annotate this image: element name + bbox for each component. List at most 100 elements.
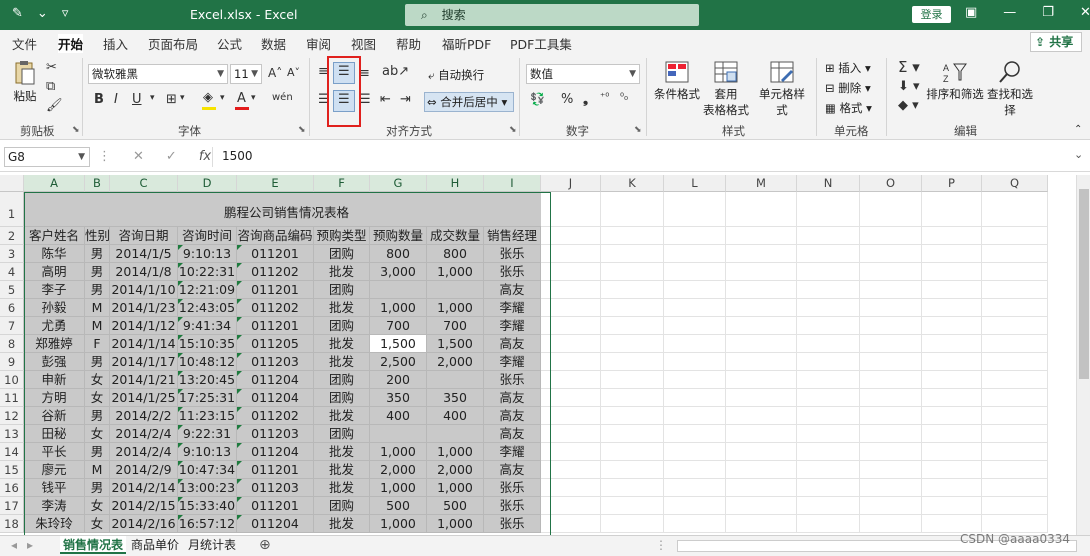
data-cell[interactable]: 011204 bbox=[237, 371, 314, 389]
column-header-k[interactable]: K bbox=[601, 175, 664, 192]
cell[interactable] bbox=[541, 461, 601, 479]
increase-font-icon[interactable]: A˄ bbox=[268, 66, 282, 80]
data-cell[interactable]: 团购 bbox=[314, 245, 370, 263]
tab-help[interactable]: 帮助 bbox=[396, 34, 421, 53]
format-cells-button[interactable]: ▦ 格式 ▾ bbox=[825, 100, 872, 116]
cell[interactable] bbox=[922, 317, 982, 335]
cell[interactable] bbox=[726, 389, 797, 407]
data-cell[interactable]: 高友 bbox=[484, 281, 541, 299]
cell[interactable] bbox=[541, 335, 601, 353]
cut-icon[interactable]: ✂ bbox=[46, 60, 57, 75]
data-cell[interactable]: 女 bbox=[85, 389, 110, 407]
chevron-down-icon[interactable]: ▾ bbox=[220, 93, 225, 103]
data-cell[interactable]: 李耀 bbox=[484, 353, 541, 371]
number-format-select[interactable]: 数值 ▼ bbox=[526, 64, 640, 84]
cell[interactable] bbox=[860, 479, 922, 497]
cell[interactable] bbox=[664, 335, 726, 353]
percent-icon[interactable]: % bbox=[561, 92, 573, 107]
row-header[interactable]: 1 bbox=[0, 192, 24, 227]
data-cell[interactable]: 800 bbox=[427, 245, 484, 263]
collapse-ribbon-icon[interactable]: ⌃ bbox=[1074, 124, 1082, 135]
cell[interactable] bbox=[797, 192, 860, 227]
data-cell[interactable]: 10:47:34 bbox=[178, 461, 237, 479]
data-cell[interactable]: 500 bbox=[427, 497, 484, 515]
data-cell[interactable]: 12:21:09 bbox=[178, 281, 237, 299]
data-cell[interactable]: 2,500 bbox=[370, 353, 427, 371]
cell[interactable] bbox=[860, 245, 922, 263]
data-cell[interactable]: 2,000 bbox=[427, 461, 484, 479]
data-cell[interactable]: 张乐 bbox=[484, 371, 541, 389]
data-cell[interactable]: 团购 bbox=[314, 317, 370, 335]
data-cell[interactable]: 10:48:12 bbox=[178, 353, 237, 371]
cell[interactable] bbox=[797, 299, 860, 317]
cell[interactable] bbox=[982, 461, 1048, 479]
font-color-icon[interactable]: A bbox=[237, 91, 246, 106]
enter-icon[interactable]: ✓ bbox=[166, 149, 177, 164]
share-button[interactable]: ⇪ 共享 bbox=[1030, 32, 1082, 52]
data-cell[interactable]: 团购 bbox=[314, 497, 370, 515]
formula-input[interactable]: 1500 bbox=[212, 147, 1072, 167]
data-cell[interactable]: 李耀 bbox=[484, 299, 541, 317]
cell[interactable] bbox=[860, 389, 922, 407]
quick-access-icon[interactable]: ▿ bbox=[62, 6, 69, 21]
column-header-n[interactable]: N bbox=[797, 175, 860, 192]
data-cell[interactable]: 2014/1/17 bbox=[110, 353, 178, 371]
sheet-title-cell[interactable]: 鹏程公司销售情况表格 bbox=[24, 192, 550, 227]
fill-color-icon[interactable]: ◈ bbox=[203, 90, 213, 105]
cell[interactable] bbox=[726, 192, 797, 227]
cell[interactable] bbox=[797, 389, 860, 407]
row-header[interactable]: 9 bbox=[0, 353, 24, 371]
data-cell[interactable]: 2014/1/23 bbox=[110, 299, 178, 317]
cell[interactable] bbox=[860, 497, 922, 515]
cell[interactable] bbox=[664, 281, 726, 299]
data-cell[interactable]: 2014/1/25 bbox=[110, 389, 178, 407]
cell[interactable] bbox=[541, 389, 601, 407]
data-cell[interactable] bbox=[427, 371, 484, 389]
data-cell[interactable]: M bbox=[85, 317, 110, 335]
cell[interactable] bbox=[726, 227, 797, 245]
cell[interactable] bbox=[922, 443, 982, 461]
row-header[interactable]: 7 bbox=[0, 317, 24, 335]
dialog-launcher-icon[interactable]: ⬊ bbox=[298, 125, 306, 135]
column-header-f[interactable]: F bbox=[314, 175, 370, 192]
cell[interactable] bbox=[601, 281, 664, 299]
cell[interactable] bbox=[982, 192, 1048, 227]
insert-function-icon[interactable]: fx bbox=[199, 149, 211, 164]
cell[interactable] bbox=[601, 192, 664, 227]
data-cell[interactable]: 400 bbox=[370, 407, 427, 425]
cell[interactable] bbox=[860, 299, 922, 317]
cell[interactable] bbox=[922, 335, 982, 353]
cell[interactable] bbox=[922, 299, 982, 317]
chevron-down-icon[interactable]: ▾ bbox=[251, 93, 256, 103]
cell[interactable] bbox=[982, 407, 1048, 425]
cell[interactable] bbox=[541, 353, 601, 371]
spreadsheet-grid[interactable]: A B C D E F G H I J K L M N O P Q 1 2 3 4 5 6 7 8 9 10 11 12 13 14 15 16… bbox=[0, 175, 1076, 535]
data-cell[interactable]: 011205 bbox=[237, 335, 314, 353]
data-cell[interactable]: 李子 bbox=[24, 281, 85, 299]
cell[interactable] bbox=[726, 461, 797, 479]
scrollbar-thumb[interactable] bbox=[1079, 189, 1089, 379]
tab-view[interactable]: 视图 bbox=[351, 34, 376, 53]
cell[interactable] bbox=[541, 227, 601, 245]
data-cell[interactable]: 男 bbox=[85, 263, 110, 281]
data-cell[interactable]: 廖元 bbox=[24, 461, 85, 479]
expand-formula-icon[interactable]: ⌄ bbox=[1074, 148, 1083, 161]
cell[interactable] bbox=[726, 353, 797, 371]
vertical-scrollbar[interactable] bbox=[1076, 175, 1090, 535]
cell[interactable] bbox=[797, 245, 860, 263]
data-cell[interactable]: 2014/2/4 bbox=[110, 443, 178, 461]
data-cell[interactable]: 女 bbox=[85, 515, 110, 533]
paste-button[interactable]: 粘贴 bbox=[10, 60, 40, 104]
cell[interactable] bbox=[664, 497, 726, 515]
cell[interactable] bbox=[664, 371, 726, 389]
chevron-down-icon[interactable]: ▾ bbox=[150, 93, 155, 103]
cell[interactable] bbox=[860, 371, 922, 389]
cell[interactable] bbox=[664, 227, 726, 245]
cell[interactable] bbox=[541, 479, 601, 497]
cell[interactable] bbox=[797, 353, 860, 371]
data-cell[interactable]: 2014/2/2 bbox=[110, 407, 178, 425]
data-cell[interactable]: 2,000 bbox=[370, 461, 427, 479]
data-cell[interactable]: 1,000 bbox=[427, 299, 484, 317]
data-cell[interactable]: 2014/2/15 bbox=[110, 497, 178, 515]
cell[interactable] bbox=[922, 461, 982, 479]
